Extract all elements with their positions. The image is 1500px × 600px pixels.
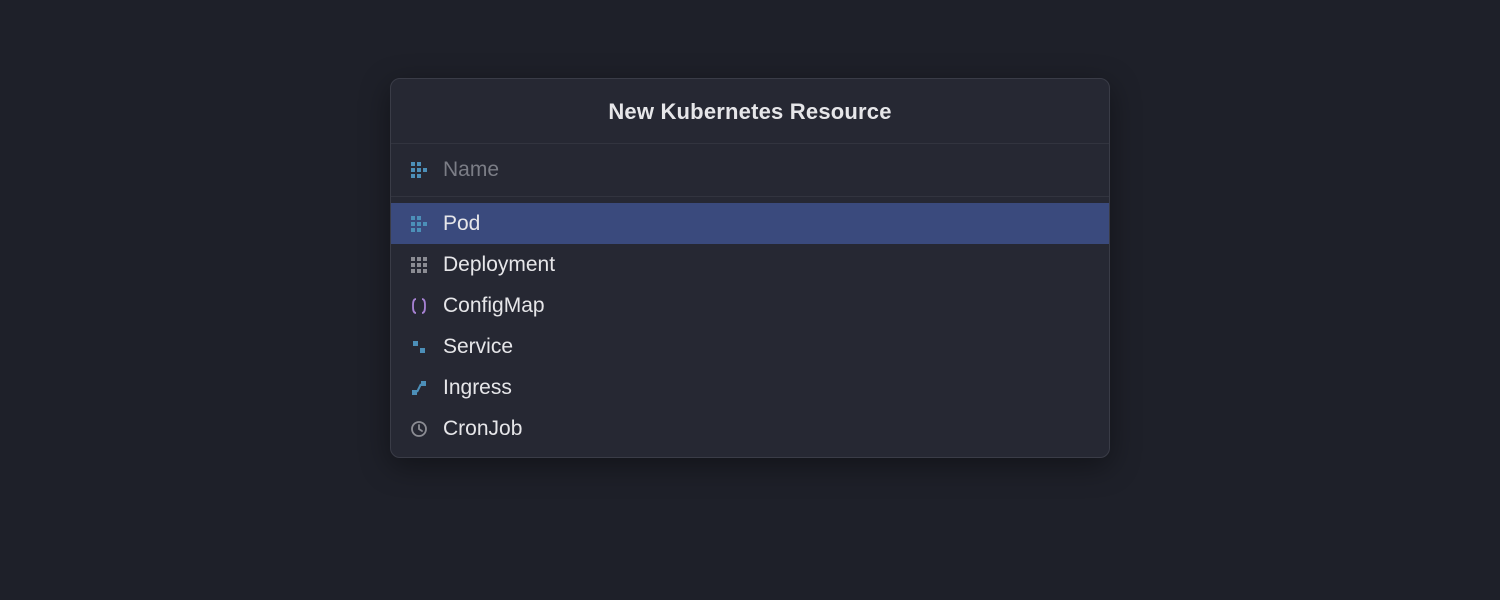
resource-item-ingress[interactable]: Ingress [391,367,1109,408]
service-icon [409,337,429,357]
dialog-header: New Kubernetes Resource [391,79,1109,144]
resource-type-list: Pod Deployment ConfigMap [391,197,1109,457]
resource-item-cronjob[interactable]: CronJob [391,408,1109,449]
configmap-icon [409,296,429,316]
resource-item-configmap[interactable]: ConfigMap [391,285,1109,326]
name-input[interactable] [443,158,1091,182]
resource-item-deployment[interactable]: Deployment [391,244,1109,285]
pod-icon [409,160,429,180]
ingress-icon [409,378,429,398]
resource-item-label: Ingress [443,377,512,398]
cronjob-icon [409,419,429,439]
resource-item-label: ConfigMap [443,295,545,316]
resource-item-pod[interactable]: Pod [391,203,1109,244]
resource-item-label: Pod [443,213,480,234]
deployment-icon [409,255,429,275]
name-input-row [391,144,1109,197]
new-resource-dialog: New Kubernetes Resource [390,78,1110,458]
resource-item-service[interactable]: Service [391,326,1109,367]
resource-item-label: CronJob [443,418,522,439]
resource-item-label: Deployment [443,254,555,275]
pod-icon [409,214,429,234]
resource-item-label: Service [443,336,513,357]
dialog-title: New Kubernetes Resource [391,99,1109,125]
